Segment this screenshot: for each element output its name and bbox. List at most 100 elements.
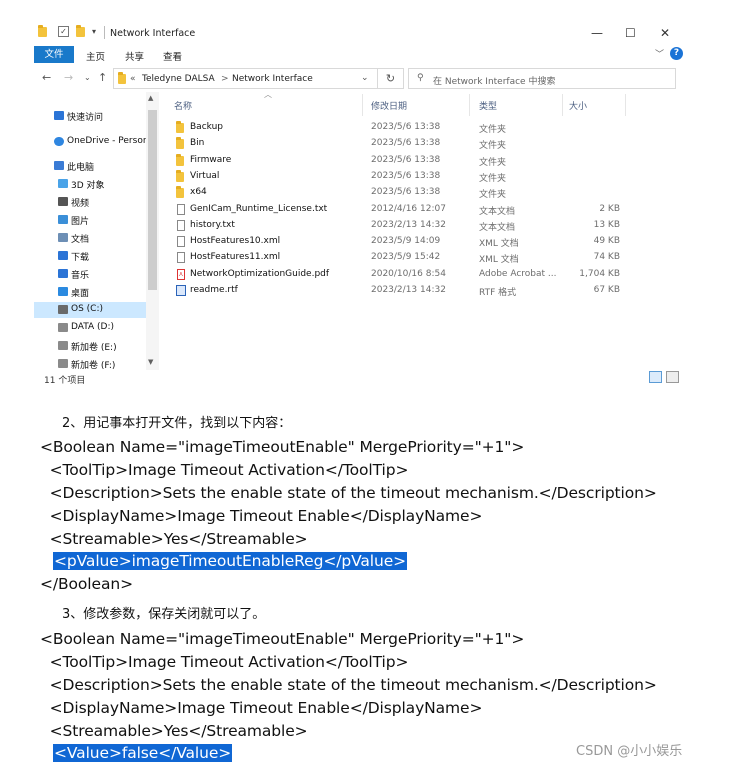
help-icon[interactable]: ? <box>670 47 683 60</box>
address-dropdown-icon[interactable]: ⌄ <box>361 73 369 83</box>
nav-scrollbar[interactable]: ▲ ▼ <box>146 92 159 370</box>
new-folder-icon[interactable] <box>76 25 85 38</box>
nav-item[interactable]: OS (C:) <box>34 302 146 318</box>
file-type: 文件夹 <box>479 125 507 135</box>
refresh-icon[interactable]: ↻ <box>378 68 404 89</box>
nav-item[interactable]: 此电脑 <box>34 158 146 174</box>
nav-item[interactable]: 音乐 <box>34 266 146 282</box>
nav-item-label: 桌面 <box>71 289 90 299</box>
file-row[interactable]: Backup 2023/5/6 13:38 文件夹 <box>170 120 650 136</box>
column-type[interactable]: 类型 <box>479 99 497 112</box>
search-icon: ⚲ <box>417 73 424 83</box>
nav-item[interactable]: 新加卷 (F:) <box>34 356 146 372</box>
details-view-icon[interactable] <box>649 371 662 383</box>
drive-icon <box>58 341 68 350</box>
forward-arrow-icon[interactable]: → <box>64 71 73 84</box>
column-separator <box>625 94 626 116</box>
address-bar[interactable]: « Teledyne DALSA > Network Interface ⌄ <box>113 68 378 89</box>
file-list: ︿ 名称 修改日期 类型 大小 Backup 2023/5/6 13:38 文件夹 B… <box>162 90 662 370</box>
file-date: 2023/5/9 15:42 <box>371 252 441 263</box>
back-arrow-icon[interactable]: ← <box>42 71 51 84</box>
column-size[interactable]: 大小 <box>569 99 587 112</box>
file-size: 67 KB <box>593 285 620 295</box>
nav-item[interactable]: DATA (D:) <box>34 320 146 336</box>
code-line: <ToolTip>Image Timeout Activation</ToolT… <box>40 461 409 479</box>
nav-item[interactable]: 图片 <box>34 212 146 228</box>
maximize-button[interactable]: ☐ <box>625 26 636 40</box>
step-2-text: 2、用记事本打开文件，找到以下内容： <box>62 416 292 431</box>
properties-icon[interactable]: ✓ <box>58 26 69 37</box>
expand-ribbon-icon[interactable]: ﹀ <box>655 47 664 60</box>
file-date: 2023/5/6 13:38 <box>371 187 441 198</box>
nav-item[interactable]: 视频 <box>34 194 146 210</box>
file-row[interactable]: HostFeatures11.xml 2023/5/9 15:42 XML 文档 74… <box>170 250 650 266</box>
recent-dropdown-icon[interactable]: ⌄ <box>84 73 91 82</box>
nav-item[interactable]: 桌面 <box>34 284 146 300</box>
up-arrow-icon[interactable]: ↑ <box>98 71 107 84</box>
scroll-thumb[interactable] <box>148 110 157 290</box>
nav-item[interactable]: 新加卷 (E:) <box>34 338 146 354</box>
file-date: 2023/5/6 13:38 <box>371 154 441 165</box>
address-row: ← → ⌄ ↑ « Teledyne DALSA > Network Inter… <box>0 68 729 90</box>
highlighted-code-line: <pValue>imageTimeoutEnableReg</pValue> <box>53 552 408 570</box>
file-type: XML 文档 <box>479 255 519 266</box>
nav-item[interactable]: 3D 对象 <box>34 176 146 192</box>
tab-home[interactable]: 主页 <box>86 49 105 63</box>
nav-item[interactable]: 文档 <box>34 230 146 246</box>
nav-item-label: 文档 <box>71 235 90 245</box>
file-date: 2012/4/16 12:07 <box>371 203 446 214</box>
file-row[interactable]: readme.rtf 2023/2/13 14:32 RTF 格式 67 KB <box>170 283 650 299</box>
file-row[interactable]: history.txt 2023/2/13 14:32 文本文档 13 KB <box>170 218 650 234</box>
tab-file[interactable]: 文件 <box>34 46 74 63</box>
address-folder-icon <box>118 72 126 87</box>
text-file-icon <box>177 252 185 264</box>
file-row[interactable]: HostFeatures10.xml 2023/5/9 14:09 XML 文档 49… <box>170 234 650 250</box>
column-date[interactable]: 修改日期 <box>371 99 407 112</box>
cloud-icon <box>54 137 64 146</box>
folder-icon <box>176 121 186 133</box>
file-row[interactable]: Bin 2023/5/6 13:38 文件夹 <box>170 136 650 152</box>
large-icons-view-icon[interactable] <box>666 371 679 383</box>
drive-icon <box>58 323 68 332</box>
tab-view[interactable]: 查看 <box>163 49 182 63</box>
highlight-pvalue: <pValue>imageTimeoutEnableReg</pValue> <box>53 552 408 570</box>
download-icon <box>58 251 68 260</box>
nav-item-label: 视频 <box>71 199 90 209</box>
quick-access-dropdown-icon[interactable]: ▾ <box>92 27 101 38</box>
tab-share[interactable]: 共享 <box>125 49 144 63</box>
code-line: <Streamable>Yes</Streamable> <box>40 722 308 740</box>
text-file-icon <box>177 219 185 231</box>
step-3-text: 3、修改参数，保存关闭就可以了。 <box>62 607 266 622</box>
highlighted-code-line: <Value>false</Value> <box>53 744 233 762</box>
address-overflow[interactable]: « <box>130 74 136 84</box>
sort-indicator-icon: ︿ <box>264 90 272 99</box>
nav-item[interactable]: 下载 <box>34 248 146 264</box>
file-row[interactable]: Firmware 2023/5/6 13:38 文件夹 <box>170 153 650 169</box>
title-bar: ✓ ▾ Network Interface — ☐ ✕ <box>0 20 729 46</box>
close-button[interactable]: ✕ <box>660 26 670 40</box>
pdf-file-icon: ⋏ <box>177 268 185 280</box>
breadcrumb-network-interface[interactable]: Network Interface <box>232 74 313 84</box>
file-size: 1,704 KB <box>579 268 620 279</box>
file-row[interactable]: GenICam_Runtime_License.txt 2012/4/16 12:… <box>170 202 650 218</box>
minimize-button[interactable]: — <box>591 26 603 40</box>
nav-item-label: 音乐 <box>71 271 90 281</box>
document-icon <box>58 233 68 242</box>
file-row[interactable]: ⋏ NetworkOptimizationGuide.pdf 2020/10/16 … <box>170 267 650 283</box>
picture-icon <box>58 215 68 224</box>
nav-item[interactable]: 快速访问 <box>34 108 146 124</box>
scroll-up-icon[interactable]: ▲ <box>148 94 153 102</box>
nav-item-label: 新加卷 (F:) <box>71 361 116 371</box>
scroll-down-icon[interactable]: ▼ <box>148 358 153 366</box>
nav-item-label: 下载 <box>71 253 90 263</box>
file-type: 文件夹 <box>479 190 507 201</box>
file-row[interactable]: Virtual 2023/5/6 13:38 文件夹 <box>170 169 650 185</box>
pin-icon <box>54 111 64 120</box>
file-size: 2 KB <box>599 203 620 214</box>
column-name[interactable]: 名称 <box>174 99 192 112</box>
file-row[interactable]: x64 2023/5/6 13:38 文件夹 <box>170 185 650 201</box>
breadcrumb-teledyne[interactable]: Teledyne DALSA <box>142 74 215 84</box>
file-size: 13 KB <box>593 219 620 230</box>
nav-item[interactable]: OneDrive - Person <box>34 134 146 150</box>
search-input[interactable]: ⚲ 在 Network Interface 中搜索 <box>408 68 676 89</box>
